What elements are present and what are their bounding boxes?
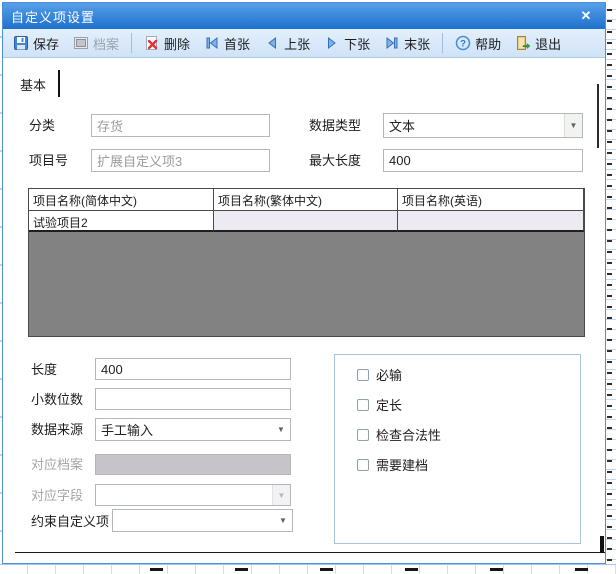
related-archive-label: 对应档案 [31, 457, 83, 473]
help-button[interactable]: ? 帮助 [449, 31, 507, 56]
bottom-divider [15, 552, 605, 554]
category-label: 分类 [29, 118, 55, 134]
column-header-traditional: 项目名称(繁体中文) [214, 189, 398, 211]
background-grid-bottom [0, 564, 616, 574]
related-field-select: ▼ [95, 484, 291, 506]
close-button[interactable]: ✕ [577, 7, 595, 25]
help-label: 帮助 [475, 34, 501, 53]
close-icon: ✕ [581, 8, 592, 24]
titlebar[interactable]: 自定义项设置 [3, 3, 605, 29]
prev-record-label: 上张 [284, 34, 310, 53]
right-edge-line [597, 84, 599, 148]
category-field [91, 114, 270, 137]
custom-item-settings-dialog: 自定义项设置 ✕ 保存 档案 删除 首张 [2, 2, 606, 564]
checkbox-required-label: 必输 [376, 365, 402, 384]
toolbar-separator [131, 33, 132, 53]
item-no-field [91, 149, 270, 172]
checkbox-required[interactable]: 必输 [357, 365, 402, 384]
dropdown-arrow-icon: ▼ [274, 510, 292, 531]
background-grid-right [606, 0, 616, 574]
table-header-row: 项目名称(简体中文) 项目名称(繁体中文) 项目名称(英语) [29, 189, 584, 211]
next-record-icon [324, 35, 340, 51]
text-caret [58, 70, 60, 97]
tab-basic[interactable]: 基本 [20, 75, 46, 94]
related-archive-field [95, 454, 291, 475]
checkbox-icon [357, 369, 369, 381]
last-record-button[interactable]: 末张 [378, 31, 436, 56]
next-record-button[interactable]: 下张 [318, 31, 376, 56]
checkbox-icon [357, 429, 369, 441]
constraint-item-select[interactable]: ▼ [112, 509, 293, 532]
constraint-item-label: 约束自定义项 [31, 514, 109, 530]
prev-record-button[interactable]: 上张 [258, 31, 316, 56]
checkbox-need-archive-label: 需要建档 [376, 455, 428, 474]
checkbox-fixed-length[interactable]: 定长 [357, 395, 402, 414]
data-type-label: 数据类型 [309, 118, 361, 134]
archive-label: 档案 [93, 34, 119, 53]
delete-icon [144, 35, 160, 51]
column-header-english: 项目名称(英语) [398, 189, 584, 211]
save-button[interactable]: 保存 [7, 31, 65, 56]
first-record-icon [204, 35, 220, 51]
cell-name-english[interactable] [398, 211, 584, 232]
data-type-select[interactable]: 文本 ▼ [383, 113, 583, 138]
toolbar: 保存 档案 删除 首张 上张 [3, 29, 605, 58]
checkbox-need-archive[interactable]: 需要建档 [357, 455, 428, 474]
length-field[interactable] [95, 358, 291, 380]
toolbar-separator [442, 33, 443, 53]
save-label: 保存 [33, 34, 59, 53]
exit-label: 退出 [535, 34, 561, 53]
last-record-icon [384, 35, 400, 51]
delete-button[interactable]: 删除 [138, 31, 196, 56]
checkbox-icon [357, 399, 369, 411]
checkbox-icon [357, 459, 369, 471]
max-length-label: 最大长度 [309, 153, 361, 169]
archive-button[interactable]: 档案 [67, 31, 125, 56]
first-record-label: 首张 [224, 34, 250, 53]
data-type-value: 文本 [389, 116, 564, 135]
help-icon: ? [455, 35, 471, 51]
first-record-button[interactable]: 首张 [198, 31, 256, 56]
exit-button[interactable]: 退出 [509, 31, 567, 56]
exit-icon [515, 35, 531, 51]
archive-icon [73, 35, 89, 51]
corner-notch [600, 536, 604, 553]
item-no-label: 项目号 [29, 153, 68, 169]
dropdown-arrow-icon: ▼ [272, 419, 290, 440]
last-record-label: 末张 [404, 34, 430, 53]
table-row: 试验项目2 [29, 211, 584, 232]
next-record-label: 下张 [344, 34, 370, 53]
dropdown-arrow-icon: ▼ [272, 485, 290, 505]
max-length-field[interactable] [383, 149, 583, 172]
cell-name-simplified[interactable]: 试验项目2 [29, 211, 214, 232]
delete-label: 删除 [164, 34, 190, 53]
checkbox-fixed-length-label: 定长 [376, 395, 402, 414]
svg-text:?: ? [460, 39, 466, 50]
data-source-value: 手工输入 [101, 420, 272, 439]
save-icon [13, 35, 29, 51]
data-source-select[interactable]: 手工输入 ▼ [95, 418, 291, 441]
decimal-places-label: 小数位数 [31, 392, 83, 408]
related-field-label: 对应字段 [31, 488, 83, 504]
table-empty-area [29, 232, 584, 336]
window-title: 自定义项设置 [11, 7, 95, 26]
decimal-places-field[interactable] [95, 388, 291, 410]
prev-record-icon [264, 35, 280, 51]
checkbox-validate-label: 检查合法性 [376, 425, 441, 444]
cell-name-traditional[interactable] [214, 211, 398, 232]
length-label: 长度 [31, 362, 57, 378]
data-source-label: 数据来源 [31, 422, 83, 438]
dropdown-arrow-icon: ▼ [564, 114, 582, 137]
checkbox-validate[interactable]: 检查合法性 [357, 425, 441, 444]
item-names-table: 项目名称(简体中文) 项目名称(繁体中文) 项目名称(英语) 试验项目2 [28, 188, 585, 337]
column-header-simplified: 项目名称(简体中文) [29, 189, 214, 211]
